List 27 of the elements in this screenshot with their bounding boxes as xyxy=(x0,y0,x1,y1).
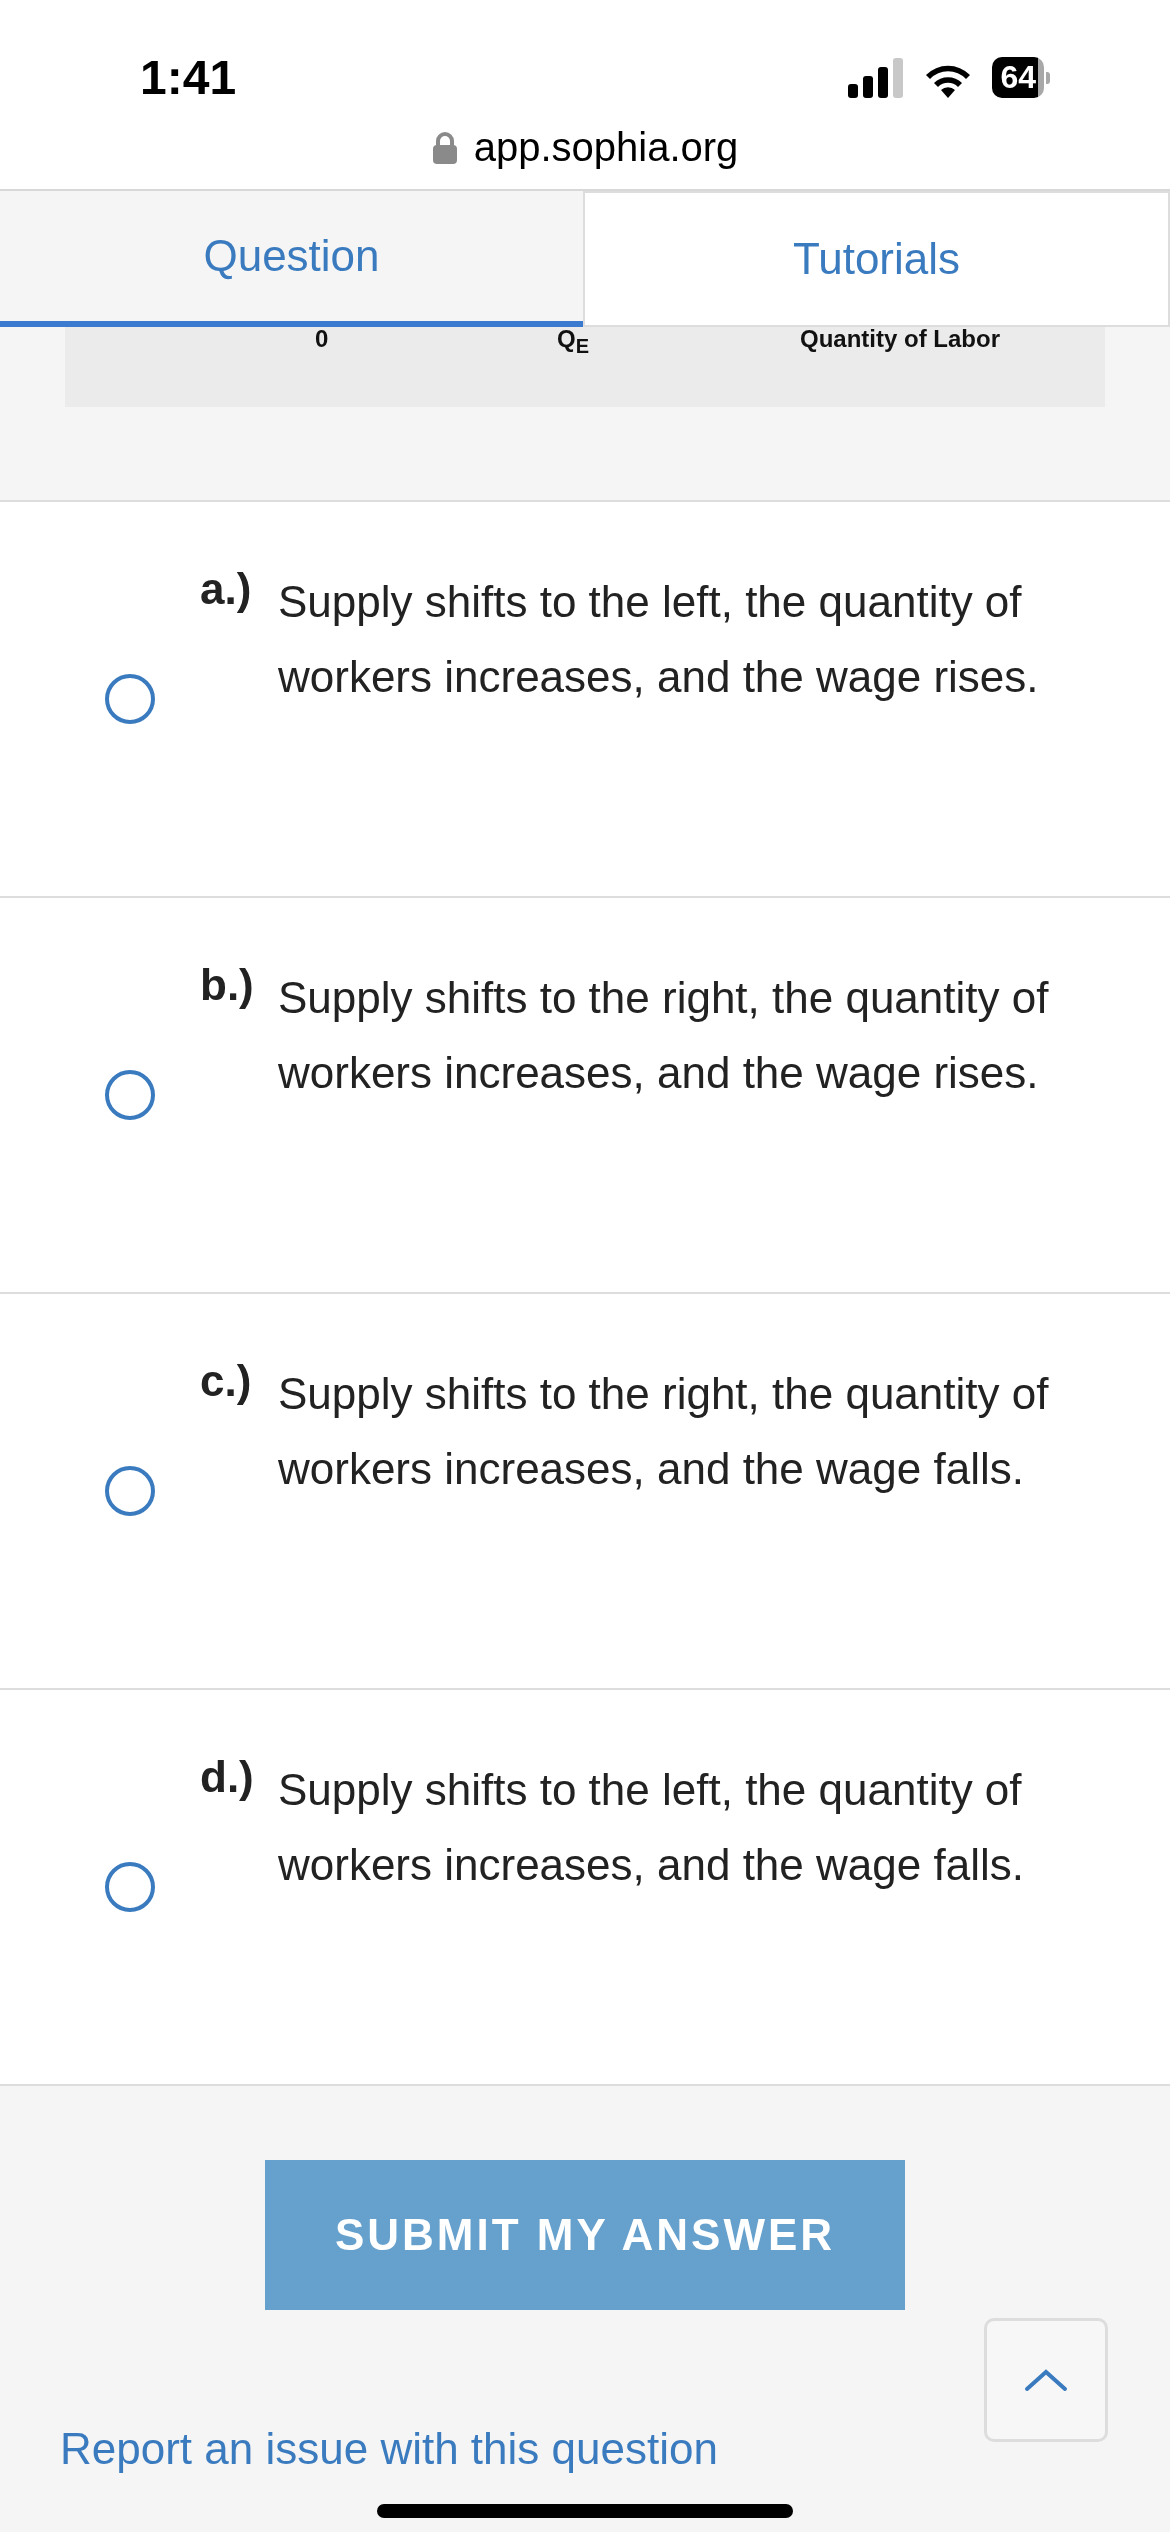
option-letter: a.) xyxy=(200,564,253,614)
option-text: Supply shifts to the left, the quantity of workers increases, and the wage falls. xyxy=(278,1764,1025,1891)
option-text: Supply shifts to the right, the quantity of workers increases, and the wage falls. xyxy=(278,1368,1050,1495)
radio-button[interactable] xyxy=(105,674,155,724)
answer-option[interactable]: a.) Supply shifts to the left, the quantity of workers increases, and the wage rises. xyxy=(0,502,1170,898)
radio-button[interactable] xyxy=(105,1862,155,1912)
option-text: Supply shifts to the left, the quantity of workers increases, and the wage rises. xyxy=(278,576,1040,703)
axis-label: 0 xyxy=(315,324,329,353)
option-text: Supply shifts to the right, the quantity of workers increases, and the wage rises. xyxy=(278,972,1050,1099)
status-time: 1:41 xyxy=(140,50,237,105)
radio-button[interactable] xyxy=(105,1070,155,1120)
axis-title: Quantity of Labor xyxy=(800,324,1000,353)
option-letter: c.) xyxy=(200,1356,253,1406)
lock-icon xyxy=(431,131,458,164)
option-letter: d.) xyxy=(200,1752,255,1802)
answer-option[interactable]: b.) Supply shifts to the right, the quantity of workers increases, and the wage rises. xyxy=(0,898,1170,1294)
axis-label: Q$_{E}$ xyxy=(557,324,589,358)
report-link[interactable]: Report an issue with this question xyxy=(60,2424,718,2532)
url-text: app.sophia.org xyxy=(473,125,739,170)
answer-option[interactable]: d.) Supply shifts to the left, the quantity of workers increases, and the wage falls. xyxy=(0,1690,1170,2086)
caret-up-icon xyxy=(1024,2368,1068,2392)
option-letter: b.) xyxy=(200,960,255,1010)
answer-option[interactable]: c.) Supply shifts to the right, the quantity of workers increases, and the wage falls. xyxy=(0,1294,1170,1690)
battery-indicator: 64 xyxy=(992,57,1050,98)
tab[interactable]: Tutorials xyxy=(583,191,1170,327)
signal-icon xyxy=(848,57,905,98)
radio-button[interactable] xyxy=(105,1466,155,1516)
